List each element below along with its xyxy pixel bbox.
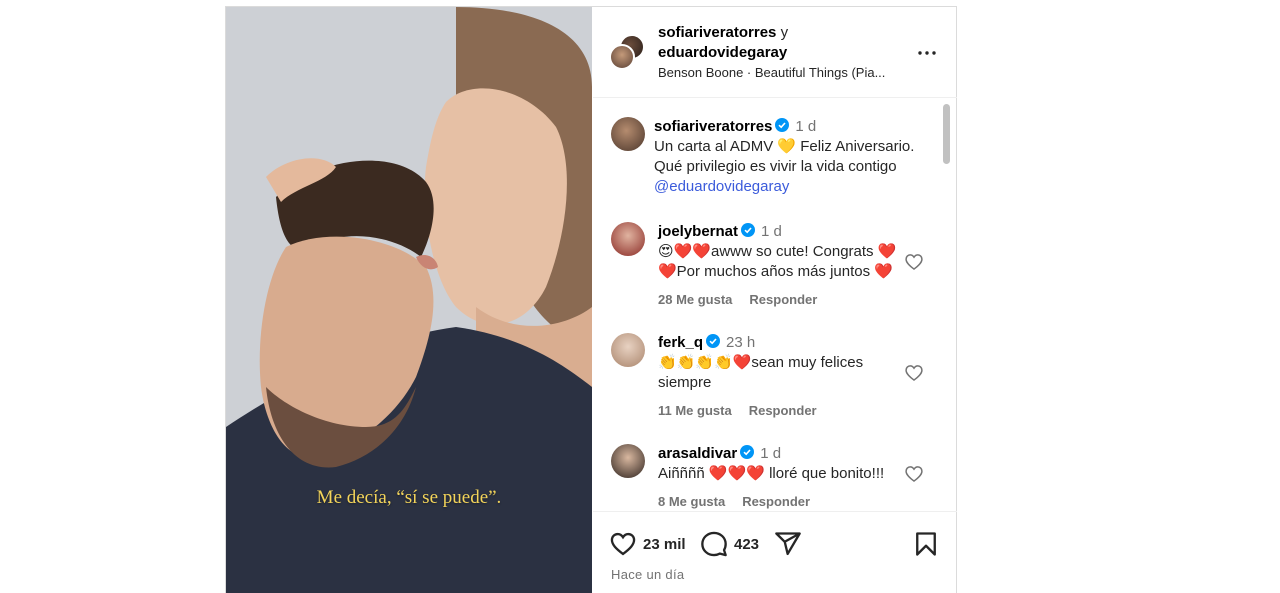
post-timestamp[interactable]: Hace un día bbox=[611, 567, 684, 582]
header-username-1[interactable]: sofiariveratorres bbox=[658, 24, 776, 41]
comments-list[interactable]: sofiariveratorres 1 d Un carta al ADMV 💛 … bbox=[593, 99, 957, 511]
comment-text-line-2: siempre bbox=[658, 374, 712, 391]
share-paper-plane-icon bbox=[775, 532, 801, 556]
caption-line-1: Un carta al ADMV 💛 Feliz Aniversario. bbox=[654, 138, 915, 155]
comment-button[interactable]: 423 bbox=[700, 530, 759, 558]
scrollbar-thumb[interactable] bbox=[943, 104, 950, 164]
comment-text-line-1: Aiññññ ❤️❤️❤️ lloré que bonito!!! bbox=[658, 465, 885, 482]
comment-time[interactable]: 23 h bbox=[726, 334, 755, 351]
like-comment-heart-icon[interactable] bbox=[904, 252, 924, 272]
comment-likes-count[interactable]: 28 Me gusta bbox=[658, 292, 732, 307]
comment-username[interactable]: ferk_q bbox=[658, 334, 703, 351]
post-header: sofiariveratorres y eduardovidegaray Ben… bbox=[593, 7, 957, 98]
share-button[interactable] bbox=[774, 530, 802, 558]
collab-avatars[interactable] bbox=[609, 34, 647, 72]
verified-badge-icon bbox=[741, 223, 756, 237]
heart-icon bbox=[610, 532, 636, 556]
post-video[interactable]: Me decía, “sí se puede”. bbox=[226, 7, 592, 593]
save-button[interactable] bbox=[912, 530, 940, 558]
verified-badge-icon bbox=[740, 445, 755, 459]
comment-text-line-1: 😍❤️❤️awww so cute! Congrats ❤️ bbox=[658, 243, 897, 260]
comment-time[interactable]: 1 d bbox=[760, 445, 781, 462]
avatar[interactable] bbox=[611, 444, 645, 478]
comment-text-line-1: 👏👏👏👏❤️sean muy felices bbox=[658, 354, 864, 371]
comment-likes-count[interactable]: 8 Me gusta bbox=[658, 494, 725, 509]
likes-count[interactable]: 23 mil bbox=[643, 536, 686, 553]
reply-button[interactable]: Responder bbox=[749, 292, 817, 307]
avatar[interactable] bbox=[611, 222, 645, 256]
comments-scrollbar[interactable] bbox=[942, 101, 951, 507]
reply-button[interactable]: Responder bbox=[749, 403, 817, 418]
avatar[interactable] bbox=[611, 117, 645, 151]
action-bar: 23 mil 423 Hace un día bbox=[593, 511, 957, 593]
post-modal: Me decía, “sí se puede”. sofiariveratorr… bbox=[225, 6, 957, 593]
more-options-button[interactable] bbox=[915, 41, 939, 65]
header-username-2[interactable]: eduardovidegaray bbox=[658, 44, 787, 61]
comment-likes-count[interactable]: 11 Me gusta bbox=[658, 403, 732, 418]
bookmark-icon bbox=[916, 532, 936, 556]
caption-username[interactable]: sofiariveratorres bbox=[654, 118, 772, 135]
comment-text-line-2: ❤️Por muchos años más juntos ❤️ bbox=[658, 263, 893, 280]
reply-button[interactable]: Responder bbox=[742, 494, 810, 509]
more-horizontal-icon bbox=[918, 51, 936, 55]
collab-usernames: sofiariveratorres y eduardovidegaray bbox=[658, 23, 788, 63]
video-caption-overlay: Me decía, “sí se puede”. bbox=[316, 487, 502, 508]
comment-username[interactable]: arasaldivar bbox=[658, 445, 737, 462]
comment-time[interactable]: 1 d bbox=[761, 223, 782, 240]
verified-badge-icon bbox=[775, 118, 790, 132]
avatar-sofiariveratorres[interactable] bbox=[609, 44, 635, 70]
header-conjunction: y bbox=[780, 24, 789, 41]
comments-count[interactable]: 423 bbox=[734, 536, 759, 553]
verified-badge-icon bbox=[706, 334, 721, 348]
caption-time[interactable]: 1 d bbox=[795, 118, 816, 135]
caption-mention-link[interactable]: @eduardovidegaray bbox=[654, 177, 934, 197]
like-button[interactable]: 23 mil bbox=[609, 530, 686, 558]
music-info[interactable]: Benson Boone · Beautiful Things (Pia... bbox=[658, 65, 885, 80]
caption-line-2: Qué privilegio es vivir la vida contigo bbox=[654, 158, 897, 175]
comment-username[interactable]: joelybernat bbox=[658, 223, 738, 240]
like-comment-heart-icon[interactable] bbox=[904, 464, 924, 484]
like-comment-heart-icon[interactable] bbox=[904, 363, 924, 383]
avatar[interactable] bbox=[611, 333, 645, 367]
comment-bubble-icon bbox=[701, 531, 727, 557]
post-side-panel: sofiariveratorres y eduardovidegaray Ben… bbox=[593, 7, 957, 593]
